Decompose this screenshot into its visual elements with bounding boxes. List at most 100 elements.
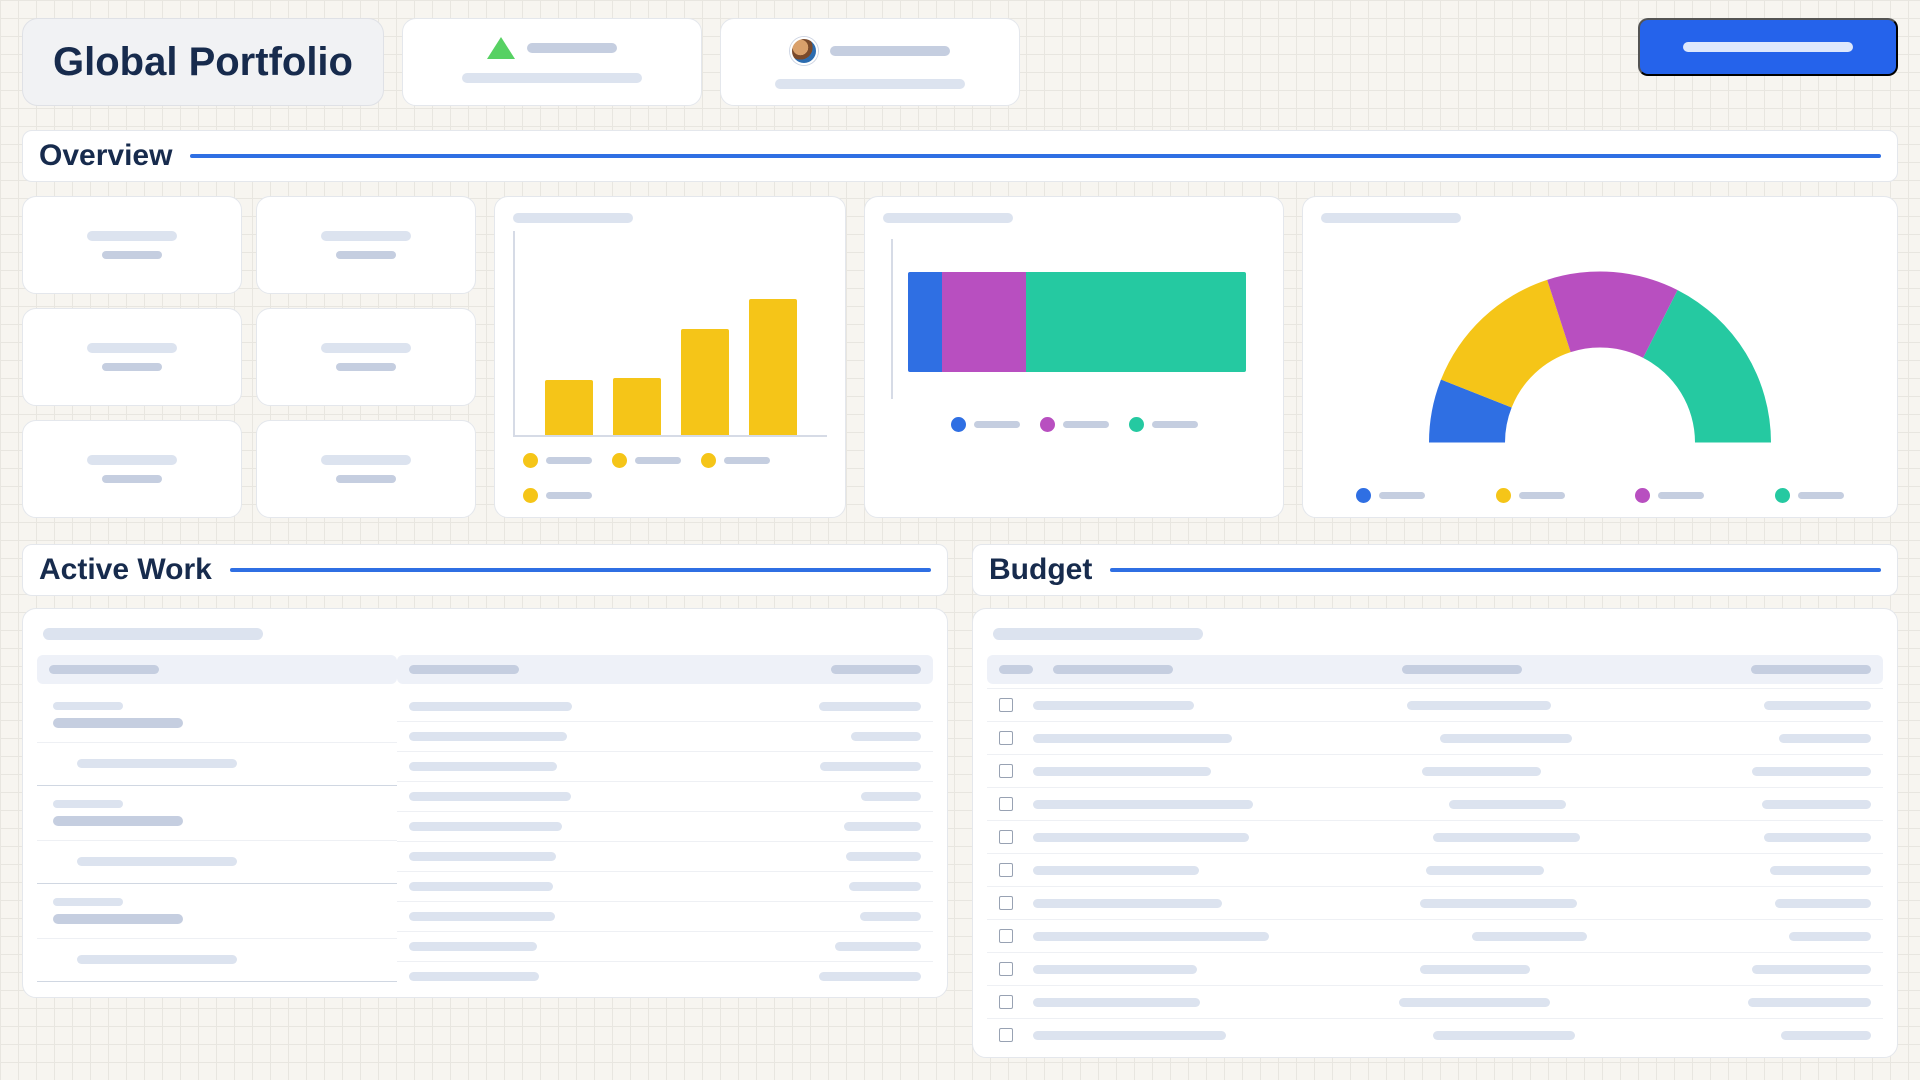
chart-title bbox=[883, 213, 1013, 223]
stacked-bar-chart bbox=[891, 239, 1261, 399]
checkbox[interactable] bbox=[999, 797, 1013, 811]
divider-line bbox=[1110, 568, 1881, 572]
metric-card[interactable] bbox=[22, 196, 242, 294]
page-title: Global Portfolio bbox=[22, 18, 384, 106]
section-header-overview: Overview bbox=[22, 130, 1898, 182]
tree-subitem[interactable] bbox=[37, 939, 397, 982]
bar bbox=[545, 380, 593, 435]
table-row[interactable] bbox=[987, 820, 1883, 853]
tree-subitem[interactable] bbox=[37, 841, 397, 884]
checkbox[interactable] bbox=[999, 995, 1013, 1009]
table-row[interactable] bbox=[987, 886, 1883, 919]
tree-item[interactable] bbox=[37, 688, 397, 743]
checkbox[interactable] bbox=[999, 896, 1013, 910]
legend-item bbox=[1775, 488, 1844, 503]
bar-chart-card[interactable] bbox=[494, 196, 846, 518]
legend-item bbox=[1040, 417, 1109, 432]
bar bbox=[749, 299, 797, 435]
section-title: Overview bbox=[39, 139, 172, 173]
checkbox[interactable] bbox=[999, 962, 1013, 976]
table-row[interactable] bbox=[987, 721, 1883, 754]
table-row[interactable] bbox=[987, 853, 1883, 886]
bar bbox=[613, 378, 661, 435]
table-row[interactable] bbox=[987, 688, 1883, 721]
user-card[interactable] bbox=[720, 18, 1020, 106]
budget-table bbox=[972, 608, 1898, 1058]
table-row[interactable] bbox=[397, 781, 933, 811]
table-header bbox=[397, 655, 933, 684]
legend-item bbox=[701, 453, 770, 468]
segment bbox=[1026, 272, 1246, 372]
bar-chart bbox=[513, 231, 827, 437]
button-label bbox=[1683, 42, 1853, 52]
section-header-active-work: Active Work bbox=[22, 544, 948, 596]
checkbox[interactable] bbox=[999, 731, 1013, 745]
table-row[interactable] bbox=[987, 754, 1883, 787]
primary-action-button[interactable] bbox=[1638, 18, 1898, 76]
status-card[interactable] bbox=[402, 18, 702, 106]
metric-card[interactable] bbox=[256, 420, 476, 518]
checkbox[interactable] bbox=[999, 929, 1013, 943]
active-work-rows bbox=[397, 655, 933, 991]
avatar bbox=[790, 37, 818, 65]
bar bbox=[681, 329, 729, 435]
checkbox[interactable] bbox=[999, 830, 1013, 844]
section-header-budget: Budget bbox=[972, 544, 1898, 596]
checkbox[interactable] bbox=[999, 698, 1013, 712]
table-row[interactable] bbox=[987, 985, 1883, 1018]
table-row[interactable] bbox=[397, 841, 933, 871]
tree-item[interactable] bbox=[37, 884, 397, 939]
active-work-table bbox=[22, 608, 948, 998]
metric-card[interactable] bbox=[256, 196, 476, 294]
checkbox[interactable] bbox=[999, 1028, 1013, 1042]
metric-card[interactable] bbox=[22, 420, 242, 518]
checkbox[interactable] bbox=[999, 764, 1013, 778]
checkbox[interactable] bbox=[999, 863, 1013, 877]
table-row[interactable] bbox=[987, 919, 1883, 952]
table-row[interactable] bbox=[987, 952, 1883, 985]
legend-item bbox=[1635, 488, 1704, 503]
donut-chart bbox=[1321, 231, 1879, 482]
table-row[interactable] bbox=[987, 1018, 1883, 1051]
top-bar: Global Portfolio bbox=[22, 18, 1898, 106]
table-row[interactable] bbox=[987, 787, 1883, 820]
tree-subitem[interactable] bbox=[37, 743, 397, 786]
metric-card[interactable] bbox=[22, 308, 242, 406]
table-row[interactable] bbox=[397, 961, 933, 991]
table-row[interactable] bbox=[397, 751, 933, 781]
section-title: Budget bbox=[989, 553, 1092, 587]
bar-legend bbox=[513, 447, 827, 505]
table-row[interactable] bbox=[397, 811, 933, 841]
active-work-section: Active Work bbox=[22, 544, 948, 1058]
divider-line bbox=[230, 568, 931, 572]
stacked-legend bbox=[883, 411, 1265, 434]
divider-line bbox=[190, 154, 1881, 158]
legend-item bbox=[1129, 417, 1198, 432]
active-work-tree bbox=[37, 655, 397, 991]
trend-up-icon bbox=[487, 37, 515, 59]
legend-item bbox=[951, 417, 1020, 432]
table-row[interactable] bbox=[397, 901, 933, 931]
table-row[interactable] bbox=[397, 721, 933, 751]
budget-section: Budget bbox=[972, 544, 1898, 1058]
donut-legend bbox=[1321, 482, 1879, 505]
section-title: Active Work bbox=[39, 553, 212, 587]
metric-card[interactable] bbox=[256, 308, 476, 406]
donut-chart-card[interactable] bbox=[1302, 196, 1898, 518]
metric-grid bbox=[22, 196, 476, 518]
table-row[interactable] bbox=[397, 688, 933, 721]
legend-item bbox=[523, 453, 592, 468]
table-header bbox=[37, 655, 397, 684]
tree-item[interactable] bbox=[37, 786, 397, 841]
table-header bbox=[987, 655, 1883, 684]
legend-item bbox=[523, 488, 592, 503]
stacked-bar-card[interactable] bbox=[864, 196, 1284, 518]
chart-title bbox=[513, 213, 633, 223]
table-row[interactable] bbox=[397, 931, 933, 961]
chart-title bbox=[1321, 213, 1461, 223]
legend-item bbox=[1496, 488, 1565, 503]
table-row[interactable] bbox=[397, 871, 933, 901]
legend-item bbox=[1356, 488, 1425, 503]
overview-section: Overview bbox=[22, 130, 1898, 518]
legend-item bbox=[612, 453, 681, 468]
